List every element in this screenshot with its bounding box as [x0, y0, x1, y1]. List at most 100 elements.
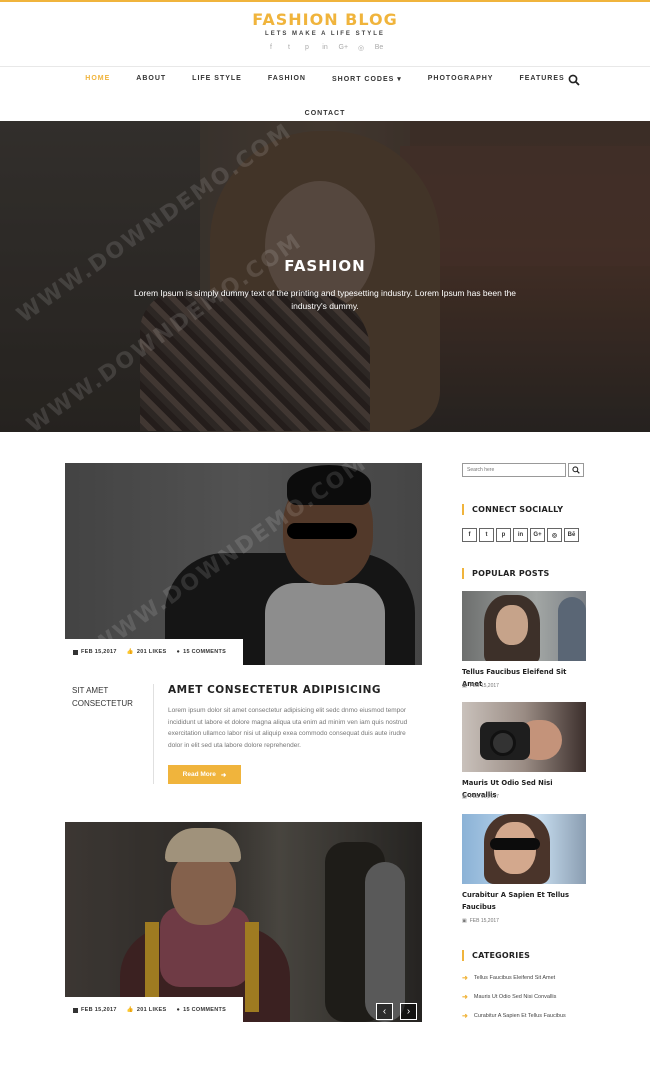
post-likes[interactable]: 👍 201 LIKES — [127, 1007, 167, 1013]
thumbs-up-icon: 👍 — [126, 1007, 134, 1013]
nav-row-primary: HOME ABOUT LIFE STYLE FASHION SHORT CODE… — [0, 75, 650, 83]
post-likes-text: 201 LIKES — [136, 1007, 167, 1013]
category-item[interactable]: ➜ Curabitur A Sapien Et Tellus Faucibus — [462, 1012, 566, 1020]
post-category-text: SIT AMET CONSECTETUR — [72, 686, 133, 708]
google-plus-icon[interactable]: G+ — [530, 528, 545, 542]
post-comments-text: 15 COMMENTS — [183, 1007, 227, 1013]
arrow-right-icon: ➜ — [462, 1013, 468, 1020]
hero-title: FASHION — [284, 257, 366, 275]
popular-post-title[interactable]: Curabitur A Sapien Et Tellus Faucibus — [462, 889, 586, 913]
top-accent-line — [0, 0, 650, 2]
nav-item-home[interactable]: HOME — [72, 75, 123, 83]
site-logo-title[interactable]: FASHION BLOG — [0, 10, 650, 29]
pinterest-icon[interactable]: p — [496, 528, 511, 542]
popular-post-image[interactable] — [462, 702, 586, 772]
main-nav: HOME ABOUT LIFE STYLE FASHION SHORT CODE… — [0, 75, 650, 117]
connect-socially-title: CONNECT SOCIALLY — [462, 504, 563, 515]
popular-post-date: ▣ FEB 15,2017 — [462, 683, 499, 689]
popular-model-background-person — [558, 597, 586, 661]
calendar-icon — [73, 649, 78, 655]
post-date: FEB 15,2017 — [73, 1007, 117, 1013]
post-image[interactable] — [65, 822, 422, 1022]
post-likes[interactable]: 👍 201 LIKES — [127, 649, 167, 655]
post-image-overlay — [65, 463, 422, 665]
comment-icon: ● — [176, 1007, 181, 1013]
facebook-icon[interactable]: f — [462, 528, 477, 542]
rss-icon[interactable]: ◎ — [357, 44, 366, 52]
hero-banner: FASHION Lorem Ipsum is simply dummy text… — [0, 121, 650, 432]
post-comments[interactable]: ● 15 COMMENTS — [176, 1007, 226, 1013]
post-date: FEB 15,2017 — [73, 649, 117, 655]
category-item-label: Mauris Ut Odio Sed Nisi Convallis — [473, 994, 557, 1000]
thumbs-up-icon: 👍 — [126, 649, 134, 655]
category-item[interactable]: ➜ Mauris Ut Odio Sed Nisi Convallis — [462, 993, 556, 1001]
popular-camera-lens — [490, 730, 516, 756]
post-comments-text: 15 COMMENTS — [183, 649, 227, 655]
popular-posts-title: POPULAR POSTS — [462, 568, 550, 579]
post-date-text: FEB 15,2017 — [81, 649, 117, 655]
post-meta: FEB 15,2017 👍 201 LIKES ● 15 COMMENTS — [65, 639, 243, 665]
behance-icon[interactable]: Bē — [564, 528, 579, 542]
site-tagline: LETS MAKE A LIFE STYLE — [265, 31, 385, 37]
read-more-button[interactable]: Read More ➜ — [168, 765, 241, 784]
post-category[interactable]: SIT AMET CONSECTETUR — [72, 684, 142, 710]
post-image[interactable]: WWW.DOWNDEMO.COM — [65, 463, 422, 665]
popular-post-image[interactable] — [462, 814, 586, 884]
popular-post-date-text: FEB 15,2017 — [469, 683, 499, 689]
category-item-label: Curabitur A Sapien Et Tellus Faucibus — [473, 1013, 566, 1019]
calendar-icon — [73, 1007, 78, 1013]
header-social-links: f t p in G+ ◎ Be — [0, 44, 650, 52]
google-plus-icon[interactable]: G+ — [339, 44, 349, 52]
calendar-icon: ▣ — [462, 918, 467, 924]
read-more-label: Read More — [182, 771, 216, 778]
facebook-icon[interactable]: f — [267, 44, 276, 52]
search-icon — [572, 466, 580, 474]
twitter-icon[interactable]: t — [285, 44, 294, 52]
site-header: FASHION BLOG LETS MAKE A LIFE STYLE f t … — [0, 10, 650, 52]
linkedin-icon[interactable]: in — [321, 44, 330, 52]
popular-post-image[interactable] — [462, 591, 586, 661]
search-icon[interactable] — [568, 74, 580, 86]
popular-post-date-text: FEB 15,2017 — [469, 794, 499, 800]
nav-divider — [0, 66, 650, 67]
slider-next-button[interactable]: › — [400, 1003, 417, 1020]
slider-prev-button[interactable]: ‹ — [376, 1003, 393, 1020]
post-divider — [153, 684, 154, 784]
hero-text: Lorem Ipsum is simply dummy text of the … — [133, 288, 517, 311]
nav-item-photography[interactable]: PHOTOGRAPHY — [415, 75, 507, 83]
nav-item-about[interactable]: ABOUT — [123, 75, 179, 83]
sidebar-search-input[interactable] — [462, 463, 566, 477]
calendar-icon: ▣ — [462, 794, 467, 800]
pinterest-icon[interactable]: p — [303, 44, 312, 52]
popular-post-date: ▣ FEB 15,2017 — [462, 918, 499, 924]
popular-post-date-text: FEB 15,2017 — [469, 918, 499, 924]
post-title[interactable]: AMET CONSECTETUR ADIPISICING — [168, 684, 381, 696]
nav-item-fashion[interactable]: FASHION — [255, 75, 319, 83]
post-comments[interactable]: ● 15 COMMENTS — [176, 649, 226, 655]
post-likes-text: 201 LIKES — [136, 649, 167, 655]
comment-icon: ● — [176, 649, 181, 655]
arrow-right-icon: ➜ — [462, 994, 468, 1001]
nav-item-life-style[interactable]: LIFE STYLE — [179, 75, 255, 83]
rss-icon[interactable]: ◎ — [547, 528, 562, 542]
calendar-icon: ▣ — [462, 683, 467, 689]
nav-item-short-codes[interactable]: SHORT CODES ▾ — [319, 75, 415, 83]
categories-title: CATEGORIES — [462, 950, 530, 961]
nav-item-contact[interactable]: CONTACT — [292, 110, 359, 117]
post-image-overlay — [65, 822, 422, 1022]
sidebar-search-button[interactable] — [568, 463, 584, 477]
nav-row-secondary: CONTACT — [0, 102, 650, 120]
arrow-right-icon: ➜ — [220, 771, 227, 779]
sidebar-social-links: f t p in G+ ◎ Bē — [462, 528, 579, 542]
arrow-right-icon: ➜ — [462, 975, 468, 982]
post-excerpt: Lorem ipsum dolor sit amet consectetur a… — [168, 707, 408, 749]
popular-model-sunglasses — [490, 838, 540, 850]
behance-icon[interactable]: Be — [375, 44, 384, 52]
category-item-label: Tellus Faucibus Eleifend Sit Amet — [473, 975, 556, 981]
post-meta: FEB 15,2017 👍 201 LIKES ● 15 COMMENTS — [65, 997, 243, 1023]
post-date-text: FEB 15,2017 — [81, 1007, 117, 1013]
popular-post-date: ▣ FEB 15,2017 — [462, 794, 499, 800]
linkedin-icon[interactable]: in — [513, 528, 528, 542]
twitter-icon[interactable]: t — [479, 528, 494, 542]
category-item[interactable]: ➜ Tellus Faucibus Eleifend Sit Amet — [462, 974, 555, 982]
